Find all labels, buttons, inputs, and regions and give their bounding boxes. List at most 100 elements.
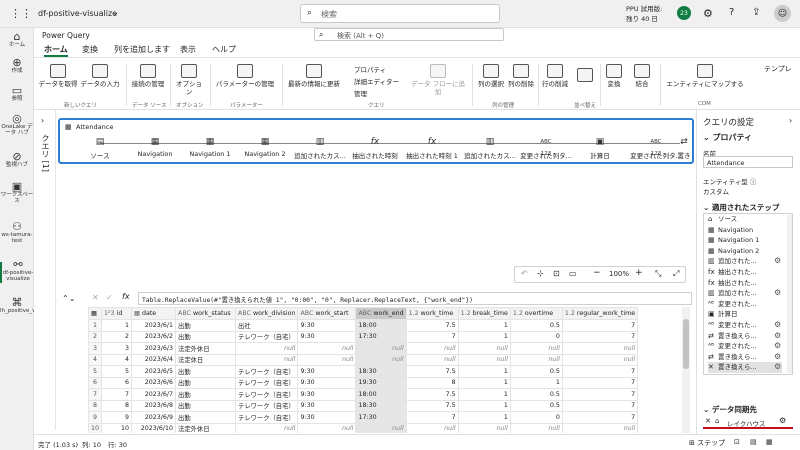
applied-step[interactable]: ⇄ 置き換えら... [708,352,782,363]
table-cell[interactable]: null [297,342,357,355]
table-cell[interactable]: 出勤 [175,411,237,424]
step-node[interactable]: ▦ Navigation 1 [180,136,240,158]
table-cell[interactable]: 7 [561,376,639,389]
column-header[interactable]: 1.2 break_time [457,307,511,320]
table-cell[interactable]: 19:30 [355,376,407,389]
gear-icon[interactable]: ⚙ [779,416,786,425]
table-cell[interactable]: 9 [101,411,133,424]
applied-step[interactable]: ▥ 追加された... [708,288,782,299]
table-cell[interactable]: null [457,353,511,366]
column-header[interactable]: ABC work_division [235,307,299,320]
table-cell[interactable]: null [355,422,407,433]
table-cell[interactable]: テレワーク（自宅） [235,388,299,401]
manage-button[interactable]: 管理 [354,88,367,98]
nav-lakehouse[interactable]: ⌘ lh_positive_visualize [0,297,56,314]
column-header[interactable]: 1.2 overtime [509,307,563,320]
help-icon[interactable]: ? [729,7,734,18]
refresh-button[interactable]: 最新の情報に更新 [286,64,342,88]
zoom-in-icon[interactable]: + [635,268,643,278]
table-cell[interactable]: 1 [457,330,511,343]
table-cell[interactable]: 0 [509,330,563,343]
applied-step[interactable]: fx 抽出された... [708,278,782,289]
chevron-down-icon[interactable]: ⌄ [112,8,119,17]
sort-button[interactable] [574,68,596,84]
table-cell[interactable]: 出勤 [175,388,237,401]
table-cell[interactable]: 7.5 [405,319,459,332]
fit-icon[interactable]: ⊡ [553,269,560,278]
table-cell[interactable]: 2023/6/6 [131,376,177,389]
cancel-icon[interactable]: ✕ [92,293,99,302]
table-cell[interactable]: テレワーク（自宅） [235,330,299,343]
nav-ws[interactable]: ⚇ ws-tamura-test [0,221,34,245]
column-header[interactable]: ABC work_start [297,307,357,320]
table-cell[interactable]: 9:30 [297,376,357,389]
tab-view[interactable]: 表示 [180,44,196,55]
table-cell[interactable]: 出勤 [175,365,237,378]
table-cell[interactable]: null [509,422,563,433]
properties-header[interactable]: ⌄ プロパティ [703,132,752,143]
tab-home[interactable]: ホーム [44,44,68,57]
table-cell[interactable]: 2023/6/4 [131,353,177,366]
close-icon[interactable]: › [789,116,792,125]
table-cell[interactable]: 18:00 [355,388,407,401]
table-cell[interactable]: 2023/6/8 [131,399,177,412]
get-data-button[interactable]: データを取得 [38,64,78,88]
step-node[interactable]: ▦ Navigation 2 [235,136,295,158]
applied-step[interactable]: ⇄ 置き換えら... [708,331,782,342]
undo-icon[interactable]: ↶ [521,269,528,278]
table-cell[interactable]: 2023/6/3 [131,342,177,355]
table-row[interactable]: 7 7 2023/6/7 出勤 テレワーク（自宅） 9:30 18:00 7.5 1 0.5 7 [88,388,639,401]
destination-item[interactable]: ✕ ⌂ レイクハウス ⚙ [703,415,793,429]
table-cell[interactable]: null [355,342,407,355]
table-cell[interactable]: 7 [561,399,639,412]
step-node[interactable]: ▤ ソース [70,136,130,160]
table-cell[interactable]: 17:30 [355,411,407,424]
table-row[interactable]: 6 6 2023/6/6 出勤 テレワーク（自宅） 9:30 19:30 8 1 1 7 [88,376,639,389]
table-cell[interactable]: null [509,353,563,366]
applied-step[interactable]: ▦ Navigation 1 [708,235,782,246]
global-search[interactable]: ⌕ 検索 [300,4,500,23]
table-cell[interactable]: 18:30 [355,365,407,378]
table-cell[interactable]: null [355,353,407,366]
share-icon[interactable]: ⇪ [752,7,760,18]
applied-step[interactable]: fx 抽出された... [708,267,782,278]
remove-icon[interactable]: ✕ [705,417,711,425]
table-cell[interactable]: 7.5 [405,399,459,412]
pq-search[interactable]: ⌕ 検索 (Alt + Q) [314,28,504,41]
remove-columns-button[interactable]: 列の削除 [506,64,536,88]
vertical-scrollbar[interactable] [682,307,690,433]
tab-help[interactable]: ヘルプ [212,44,236,55]
applied-step[interactable]: ⌂ ソース [708,214,782,225]
applied-steps-header[interactable]: ⌄ 適用されたステップ [703,202,779,213]
tab-transform[interactable]: 変換 [82,44,98,55]
combine-button[interactable]: 結合 [630,64,654,88]
step-node[interactable]: ▦ Navigation [125,136,185,158]
enter-data-button[interactable]: データの入力 [80,64,120,88]
table-cell[interactable]: 5 [101,365,133,378]
table-cell[interactable]: 出勤 [175,319,237,332]
table-cell[interactable]: 7.5 [405,365,459,378]
step-node[interactable]: ▥ 追加されたカス... [460,136,520,160]
table-cell[interactable]: 17:30 [355,330,407,343]
applied-step[interactable]: ▥ 追加された... [708,256,782,267]
table-cell[interactable]: null [405,422,459,433]
column-header[interactable]: 1.2 regular_work_time [561,307,639,320]
table-cell[interactable]: 0 [509,411,563,424]
zoom-out-icon[interactable]: − [593,268,601,278]
table-cell[interactable]: 2023/6/1 [131,319,177,332]
table-cell[interactable]: null [235,422,299,433]
table-cell[interactable]: 1 [101,319,133,332]
nav-onelake[interactable]: ◎ OneLake データ ハブ [0,113,34,137]
table-cell[interactable]: 7 [561,319,639,332]
nav-browse[interactable]: ▭ 参照 [0,85,34,102]
gear-icon[interactable]: ⚙ [774,341,781,350]
table-cell[interactable]: 4 [101,353,133,366]
row-number[interactable]: 3 [88,342,103,355]
table-cell[interactable]: 0.5 [509,319,563,332]
corner-cell[interactable]: ▦ [88,307,103,320]
manage-params-button[interactable]: パラメーターの管理 [214,64,276,88]
name-input[interactable]: Attendance [703,156,793,168]
table-row[interactable]: 4 4 2023/6/4 法定休日 null null null null null null nu… [88,353,639,366]
table-row[interactable]: 1 1 2023/6/1 出勤 出社 9:30 18:00 7.5 1 0.5 7 [88,319,639,332]
table-cell[interactable]: 1 [457,319,511,332]
